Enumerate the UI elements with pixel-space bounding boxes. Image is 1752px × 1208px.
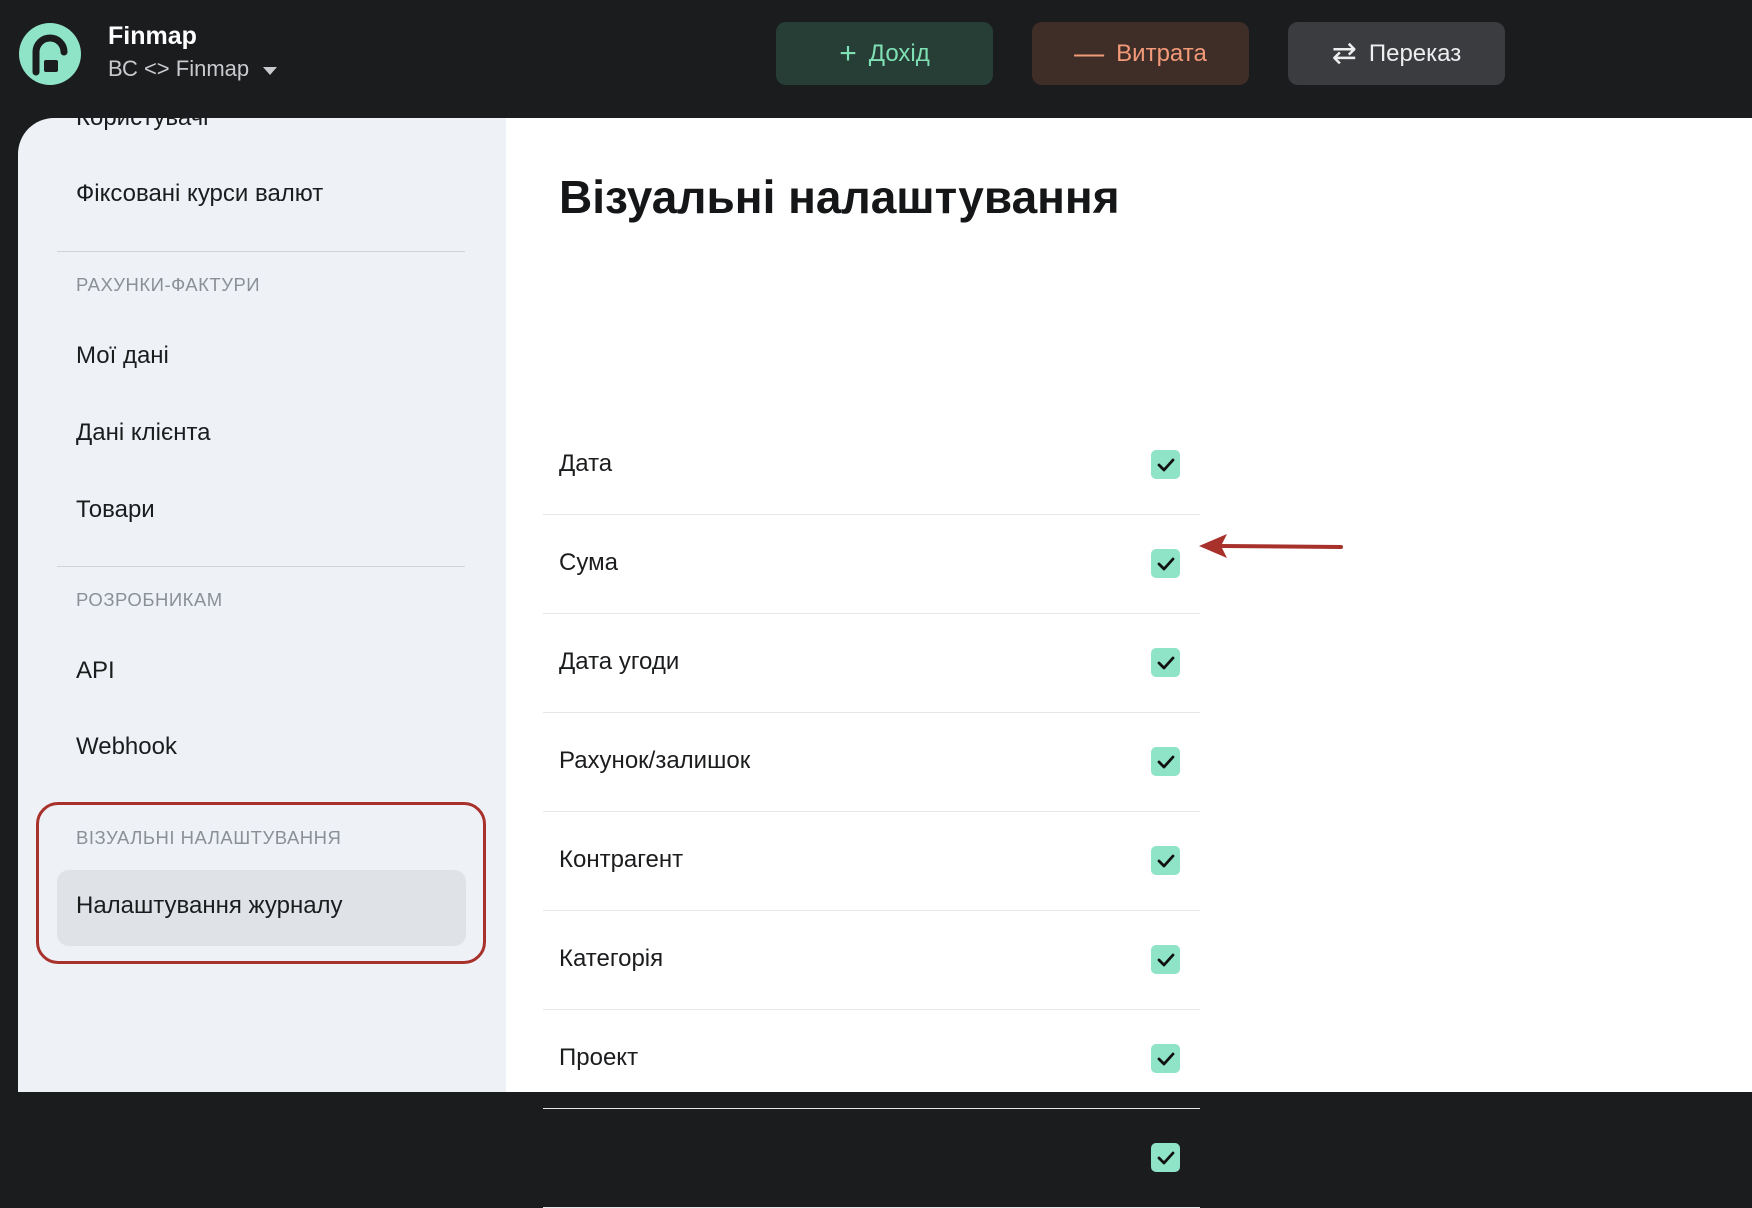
add-transfer-label: Переказ	[1368, 39, 1462, 67]
field-checkbox[interactable]	[1151, 549, 1180, 578]
sidebar-item-my-data[interactable]: Мої дані	[76, 342, 169, 370]
field-label: Проект	[559, 1044, 639, 1071]
sidebar-section-developers: РОЗРОБНИКАМ	[76, 589, 223, 610]
field-row: Проект	[543, 1010, 1200, 1109]
field-row: Дата	[543, 416, 1200, 515]
check-icon	[1157, 755, 1174, 768]
field-label: Дата угоди	[559, 648, 680, 675]
minus-icon: —	[1074, 36, 1105, 70]
check-icon	[1157, 557, 1174, 570]
field-row: Дата угоди	[543, 614, 1200, 713]
sidebar-divider	[57, 566, 465, 567]
field-row: Категорія	[543, 911, 1200, 1010]
workspace-name: ВС <> Finmap	[108, 56, 250, 81]
workspace-selector[interactable]: ВС <> Finmap	[108, 56, 278, 82]
field-label: Контрагент	[559, 846, 684, 873]
sidebar-section-visual: ВІЗУАЛЬНІ НАЛАШТУВАННЯ	[76, 827, 342, 848]
finmap-logo-icon[interactable]	[18, 22, 82, 86]
field-label: Рахунок/залишок	[559, 747, 751, 774]
add-expense-button[interactable]: — Витрата	[1032, 22, 1249, 85]
chevron-down-icon	[263, 66, 278, 75]
field-checkbox[interactable]	[1151, 945, 1180, 974]
field-row: Коментар	[543, 1109, 1200, 1208]
field-label: Дата	[559, 450, 613, 477]
sidebar-item-client-data[interactable]: Дані клієнта	[76, 419, 211, 447]
field-row: Контрагент	[543, 812, 1200, 911]
add-expense-label: Витрата	[1116, 39, 1207, 67]
sidebar-item-label: Налаштування журналу	[76, 892, 343, 919]
check-icon	[1157, 458, 1174, 471]
check-icon	[1157, 1151, 1174, 1164]
field-checkbox[interactable]	[1151, 648, 1180, 677]
field-label: Сума	[559, 549, 618, 576]
field-label: Категорія	[559, 945, 664, 972]
sidebar-item-api[interactable]: API	[76, 657, 115, 685]
transfer-arrows-icon: ⇄	[1331, 36, 1357, 70]
field-checkbox[interactable]	[1151, 747, 1180, 776]
sidebar-section-invoices: РАХУНКИ-ФАКТУРИ	[76, 274, 261, 295]
sidebar-item-fixed-rates[interactable]: Фіксовані курси валют	[76, 180, 323, 208]
field-checkbox[interactable]	[1151, 846, 1180, 875]
brand-name: Finmap	[108, 22, 197, 50]
check-icon	[1157, 656, 1174, 669]
check-icon	[1157, 953, 1174, 966]
sidebar-item-products[interactable]: Товари	[76, 496, 155, 524]
sidebar-divider	[57, 251, 465, 252]
sidebar-item-journal-settings[interactable]: Налаштування журналу	[57, 870, 466, 946]
annotation-arrow-icon	[1199, 534, 1343, 558]
field-checkbox[interactable]	[1151, 1044, 1180, 1073]
main-content: Візуальні налаштування Дата Сума Дата уг…	[506, 118, 1752, 1208]
add-income-button[interactable]: + Дохід	[776, 22, 993, 85]
settings-sidebar: Користувачі Фіксовані курси валют РАХУНК…	[18, 118, 506, 1092]
sidebar-item-webhook[interactable]: Webhook	[76, 733, 177, 761]
field-checkbox[interactable]	[1151, 450, 1180, 479]
add-income-label: Дохід	[868, 39, 930, 67]
page-title: Візуальні налаштування	[559, 171, 1120, 223]
check-icon	[1157, 854, 1174, 867]
field-checkbox[interactable]	[1151, 1143, 1180, 1172]
add-transfer-button[interactable]: ⇄ Переказ	[1288, 22, 1505, 85]
field-row: Сума	[543, 515, 1200, 614]
field-label: Коментар	[559, 1143, 667, 1170]
top-bar: Finmap ВС <> Finmap + Дохід — Витрата ⇄ …	[0, 0, 1752, 118]
check-icon	[1157, 1052, 1174, 1065]
field-row: Рахунок/залишок	[543, 713, 1200, 812]
sidebar-item-users[interactable]: Користувачі	[76, 118, 208, 132]
plus-icon: +	[839, 36, 857, 70]
